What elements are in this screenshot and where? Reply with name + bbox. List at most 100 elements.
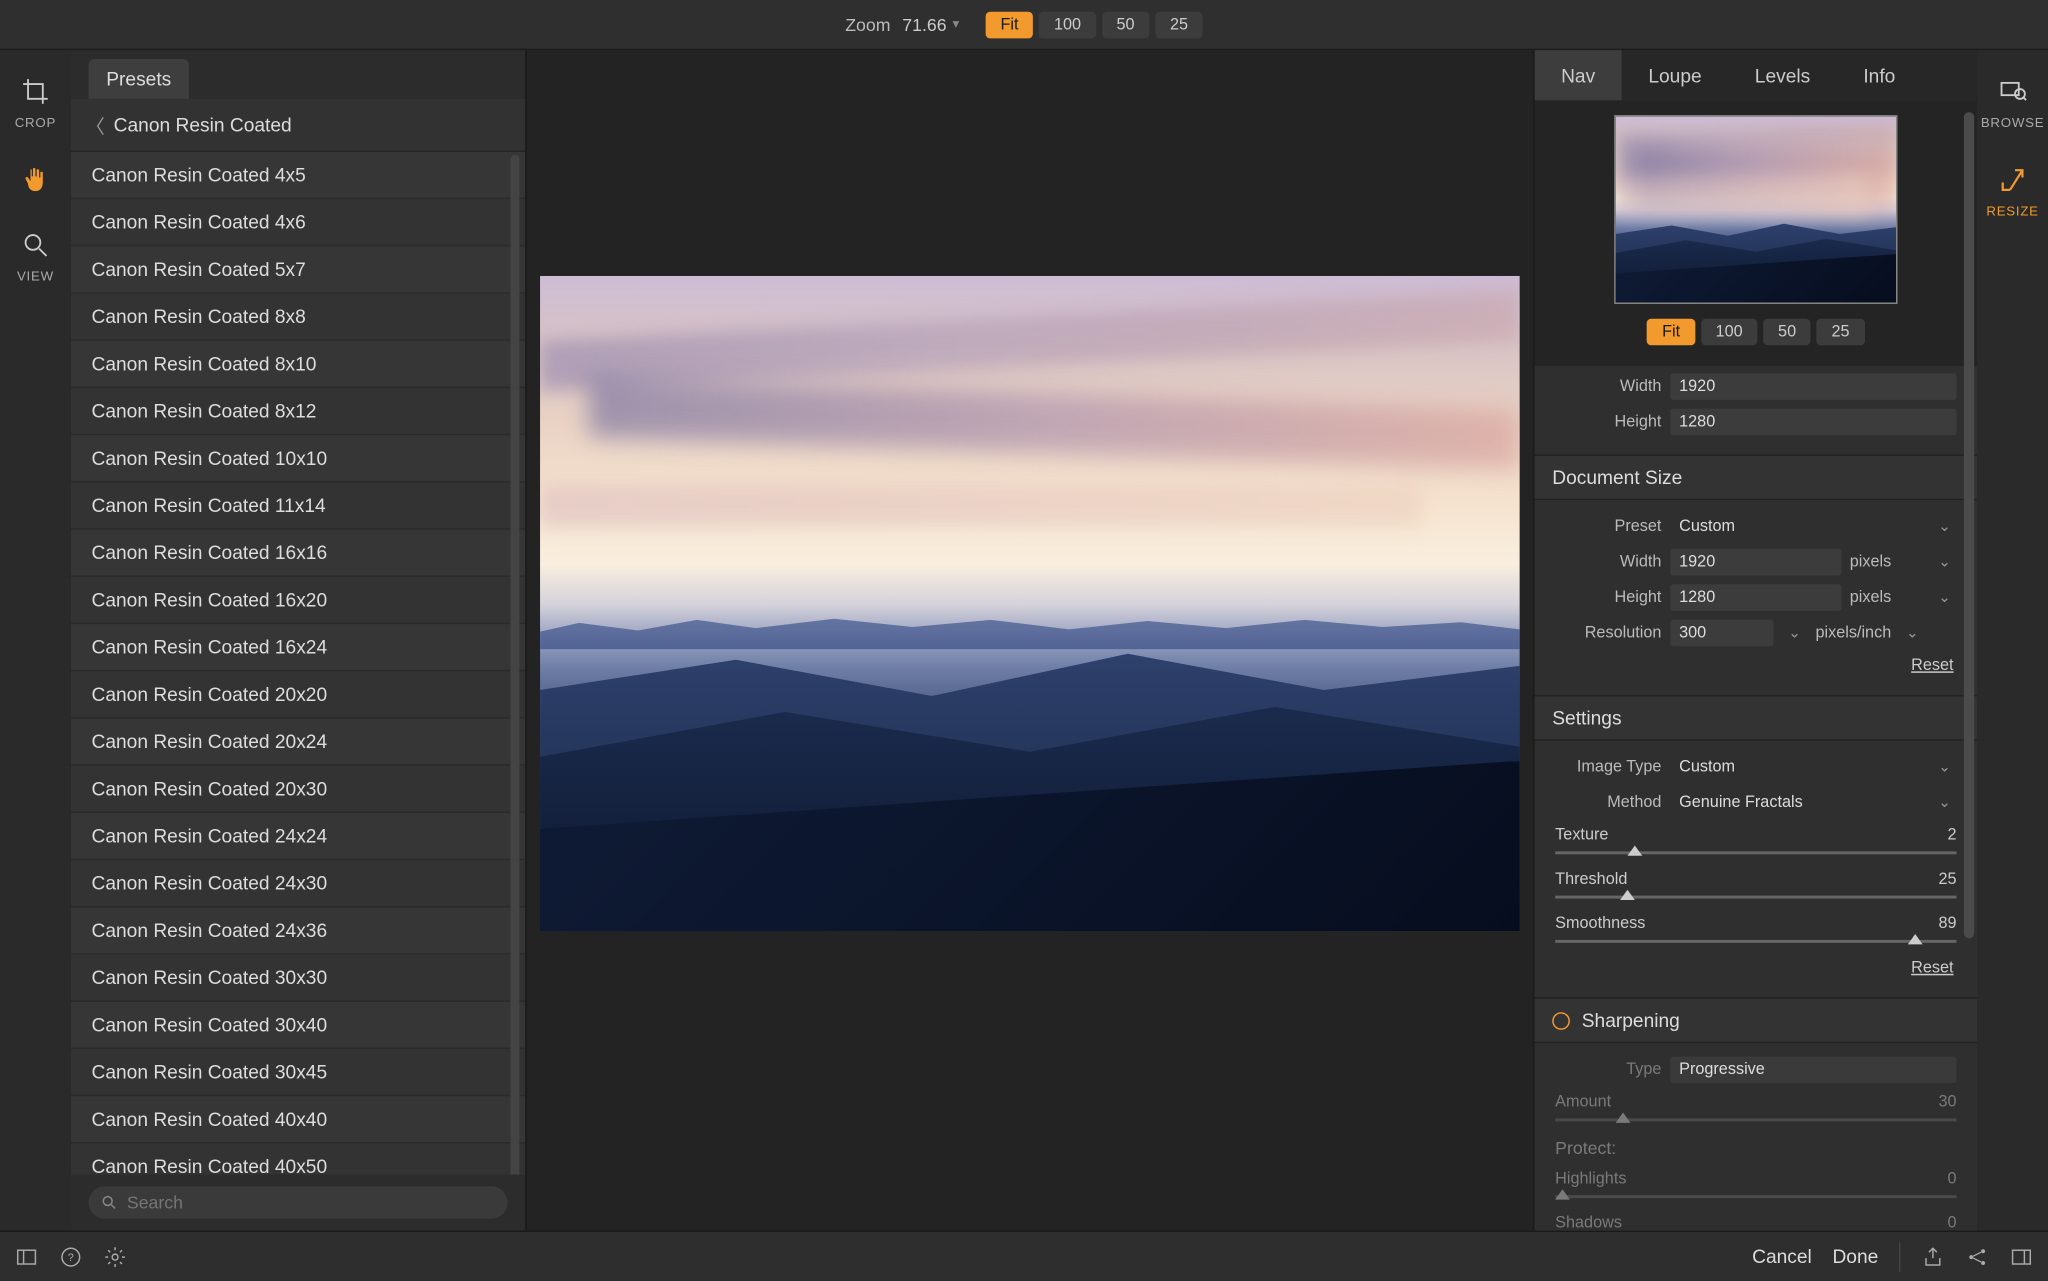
preset-item[interactable]: Canon Resin Coated 8x12 [71,388,525,435]
zoom-pill-25[interactable]: 25 [1155,11,1203,38]
preset-list: Canon Resin Coated 4x5 Canon Resin Coate… [71,152,525,1175]
share-icon[interactable] [1921,1245,1945,1269]
preset-item[interactable]: Canon Resin Coated 20x30 [71,766,525,813]
hand-icon [21,165,51,195]
gear-icon[interactable] [103,1245,127,1269]
pixel-width-label: Width [1555,378,1661,396]
canvas-area[interactable] [525,50,1534,1230]
tab-loupe[interactable]: Loupe [1622,50,1728,100]
pixel-height-input[interactable]: 1280 [1670,409,1956,436]
preset-category-header[interactable]: 〈 Canon Resin Coated [71,99,525,152]
zoom-label: Zoom [845,14,890,35]
scrollbar[interactable] [511,155,520,1175]
preset-item[interactable]: Canon Resin Coated 20x20 [71,671,525,718]
image-type-select[interactable]: Custom [1670,754,1923,781]
tab-levels[interactable]: Levels [1728,50,1837,100]
chevron-down-icon: ⌄ [1932,759,1956,775]
circle-toggle-icon[interactable] [1552,1011,1570,1029]
doc-width-input[interactable]: 1920 [1670,549,1841,576]
preset-item[interactable]: Canon Resin Coated 16x16 [71,530,525,577]
preset-item[interactable]: Canon Resin Coated 10x10 [71,435,525,482]
presets-tab[interactable]: Presets [89,59,189,99]
crop-icon [21,77,51,107]
preset-item[interactable]: Canon Resin Coated 40x40 [71,1096,525,1143]
threshold-slider[interactable]: Threshold25 [1535,865,1978,909]
view-tool[interactable]: VIEW [17,230,54,283]
protect-label: Protect: [1535,1132,1978,1164]
preset-item[interactable]: Canon Resin Coated 11x14 [71,482,525,529]
chevron-down-icon[interactable]: ⌄ [1782,625,1806,641]
doc-reset-button[interactable]: Reset [1535,651,1978,681]
preset-item[interactable]: Canon Resin Coated 30x45 [71,1049,525,1096]
preset-item[interactable]: Canon Resin Coated 30x30 [71,955,525,1002]
zoom-pill-50[interactable]: 50 [1102,11,1150,38]
done-button[interactable]: Done [1832,1245,1878,1267]
method-select[interactable]: Genuine Fractals [1670,789,1923,816]
panel-toggle-right-icon[interactable] [2010,1245,2034,1269]
presets-panel: Presets 〈 Canon Resin Coated Canon Resin… [71,50,525,1230]
shadows-slider[interactable]: Shadows0 [1535,1208,1978,1230]
browse-tool[interactable]: BROWSE [1981,77,2044,130]
preset-item[interactable]: Canon Resin Coated 24x36 [71,907,525,954]
zoom-pill-group: Fit 100 50 25 [986,11,1203,38]
highlights-slider[interactable]: Highlights0 [1535,1164,1978,1208]
pixel-height-label: Height [1555,413,1661,431]
preset-item[interactable]: Canon Resin Coated 16x24 [71,624,525,671]
preset-item[interactable]: Canon Resin Coated 16x20 [71,577,525,624]
scrollbar[interactable] [1964,112,1974,938]
zoom-value-dropdown[interactable]: 71.66 ▾ [902,14,959,35]
texture-slider[interactable]: Texture2 [1535,820,1978,864]
smoothness-slider[interactable]: Smoothness89 [1535,909,1978,953]
resize-tool[interactable]: RESIZE [1986,165,2038,218]
right-tool-rail: BROWSE RESIZE [1977,50,2048,1230]
zoom-pill-100[interactable]: 100 [1039,11,1096,38]
preset-item[interactable]: Canon Resin Coated 4x5 [71,152,525,199]
nav-zoom-100[interactable]: 100 [1701,319,1758,346]
cancel-button[interactable]: Cancel [1752,1245,1812,1267]
chevron-down-icon: ⌄ [1932,795,1956,811]
preset-item[interactable]: Canon Resin Coated 8x8 [71,294,525,341]
tab-nav[interactable]: Nav [1535,50,1622,100]
preset-item[interactable]: Canon Resin Coated 24x30 [71,860,525,907]
svg-text:?: ? [68,1251,74,1263]
nav-zoom-25[interactable]: 25 [1817,319,1865,346]
doc-height-input[interactable]: 1280 [1670,584,1841,611]
left-tool-rail: CROP VIEW [0,50,71,1230]
preset-item[interactable]: Canon Resin Coated 24x24 [71,813,525,860]
back-icon: 〈 [86,111,105,139]
pixel-width-input[interactable]: 1920 [1670,373,1956,400]
magnify-icon [21,230,51,260]
sharpening-header[interactable]: Sharpening [1535,997,1978,1043]
settings-reset-button[interactable]: Reset [1535,953,1978,983]
doc-preset-select[interactable]: Custom [1670,513,1923,540]
zoom-pill-fit[interactable]: Fit [986,11,1034,38]
preset-search-input[interactable] [89,1186,508,1218]
nav-zoom-fit[interactable]: Fit [1647,319,1695,346]
preset-item[interactable]: Canon Resin Coated 20x24 [71,719,525,766]
chevron-down-icon[interactable]: ⌄ [1932,589,1956,605]
search-icon [100,1194,118,1212]
nav-zoom-50[interactable]: 50 [1763,319,1811,346]
pan-tool[interactable] [21,165,51,195]
amount-slider[interactable]: Amount30 [1535,1087,1978,1131]
link-icon[interactable] [1965,1245,1989,1269]
preset-item[interactable]: Canon Resin Coated 8x10 [71,341,525,388]
settings-header[interactable]: Settings [1535,695,1978,741]
tab-info[interactable]: Info [1837,50,1922,100]
nav-thumbnail[interactable] [1614,115,1897,304]
preset-item[interactable]: Canon Resin Coated 40x50 [71,1144,525,1175]
browse-icon [1998,77,2028,107]
inspector-tabs: Nav Loupe Levels Info [1535,50,1978,100]
sharpen-type-select[interactable]: Progressive [1670,1056,1956,1083]
chevron-down-icon[interactable]: ⌄ [1900,625,1924,641]
document-size-header[interactable]: Document Size [1535,454,1978,500]
doc-res-input[interactable]: 300 [1670,620,1773,647]
preset-item[interactable]: Canon Resin Coated 5x7 [71,246,525,293]
crop-tool[interactable]: CROP [15,77,56,130]
preset-item[interactable]: Canon Resin Coated 30x40 [71,1002,525,1049]
chevron-down-icon[interactable]: ⌄ [1932,554,1956,570]
help-icon[interactable]: ? [59,1245,83,1269]
resize-icon [1998,165,2028,195]
preset-item[interactable]: Canon Resin Coated 4x6 [71,199,525,246]
panel-toggle-icon[interactable] [15,1245,39,1269]
